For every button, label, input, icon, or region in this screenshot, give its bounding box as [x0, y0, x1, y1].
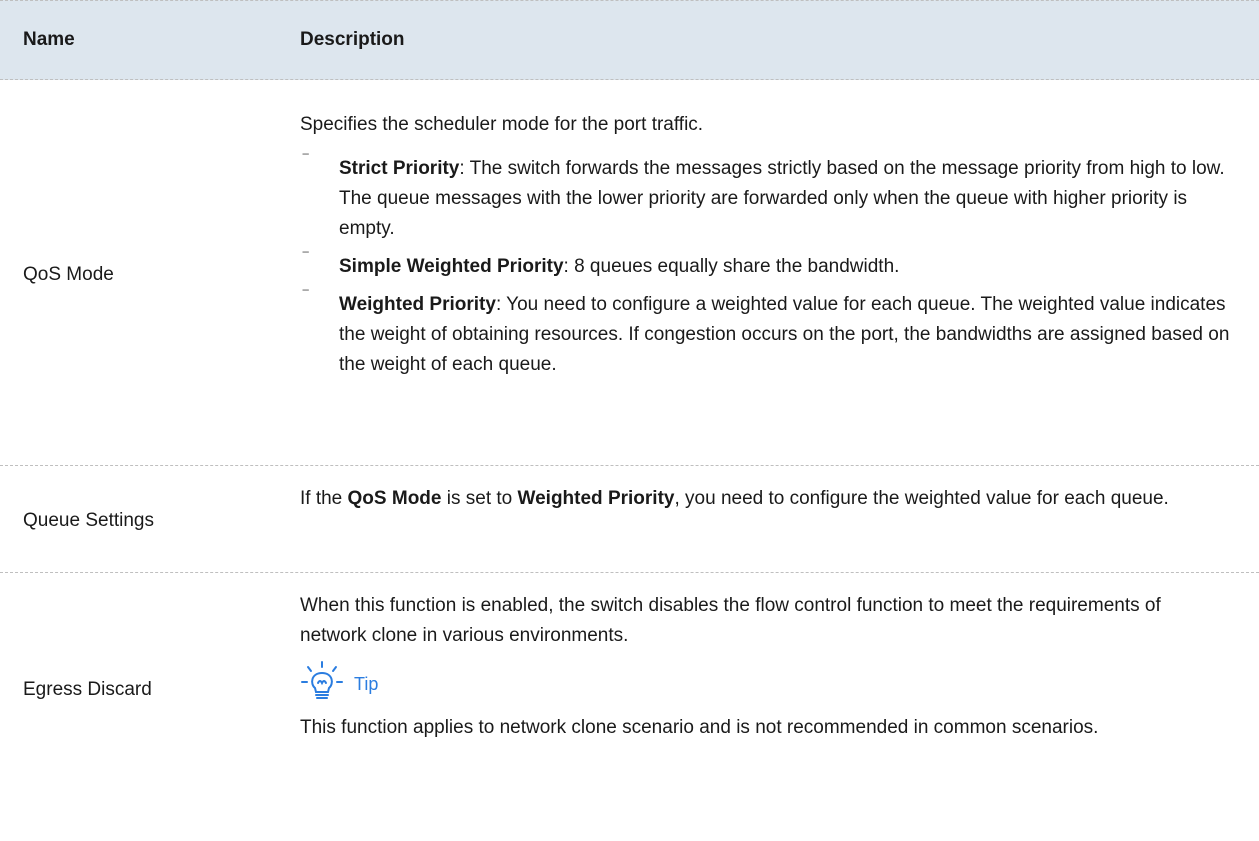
- tip-text: This function applies to network clone s…: [300, 717, 1099, 738]
- list-item: ‾ Strict Priority: The switch forwards th…: [303, 153, 1225, 239]
- row-description: Specifies the scheduler mode for the por…: [300, 110, 1230, 380]
- row-description: When this function is enabled, the switc…: [300, 591, 1230, 743]
- list-item: ‾ Simple Weighted Priority: 8 queues equa…: [303, 251, 900, 277]
- lightbulb-icon: [301, 661, 343, 699]
- list-item: ‾ Weighted Priority: You need to configur…: [303, 289, 1230, 375]
- row-name: Queue Settings: [23, 510, 154, 531]
- header-description: Description: [300, 29, 405, 50]
- table-row-queue-settings: Queue Settings If the QoS Mode is set to…: [0, 465, 1259, 572]
- row-name: QoS Mode: [23, 264, 114, 285]
- intro-text: Specifies the scheduler mode for the por…: [300, 114, 704, 135]
- table-row-qos-mode: QoS Mode Specifies the scheduler mode fo…: [0, 80, 1259, 465]
- header-name: Name: [23, 29, 75, 50]
- tip-callout: Tip: [300, 661, 1230, 703]
- row-name: Egress Discard: [23, 679, 152, 700]
- table-header: Name Description: [0, 0, 1259, 80]
- tip-label: Tip: [354, 674, 379, 694]
- body-text: When this function is enabled, the switc…: [300, 595, 1161, 646]
- table-row-egress-discard: Egress Discard When this function is ena…: [0, 572, 1259, 841]
- row-description: If the QoS Mode is set to Weighted Prior…: [300, 488, 1169, 509]
